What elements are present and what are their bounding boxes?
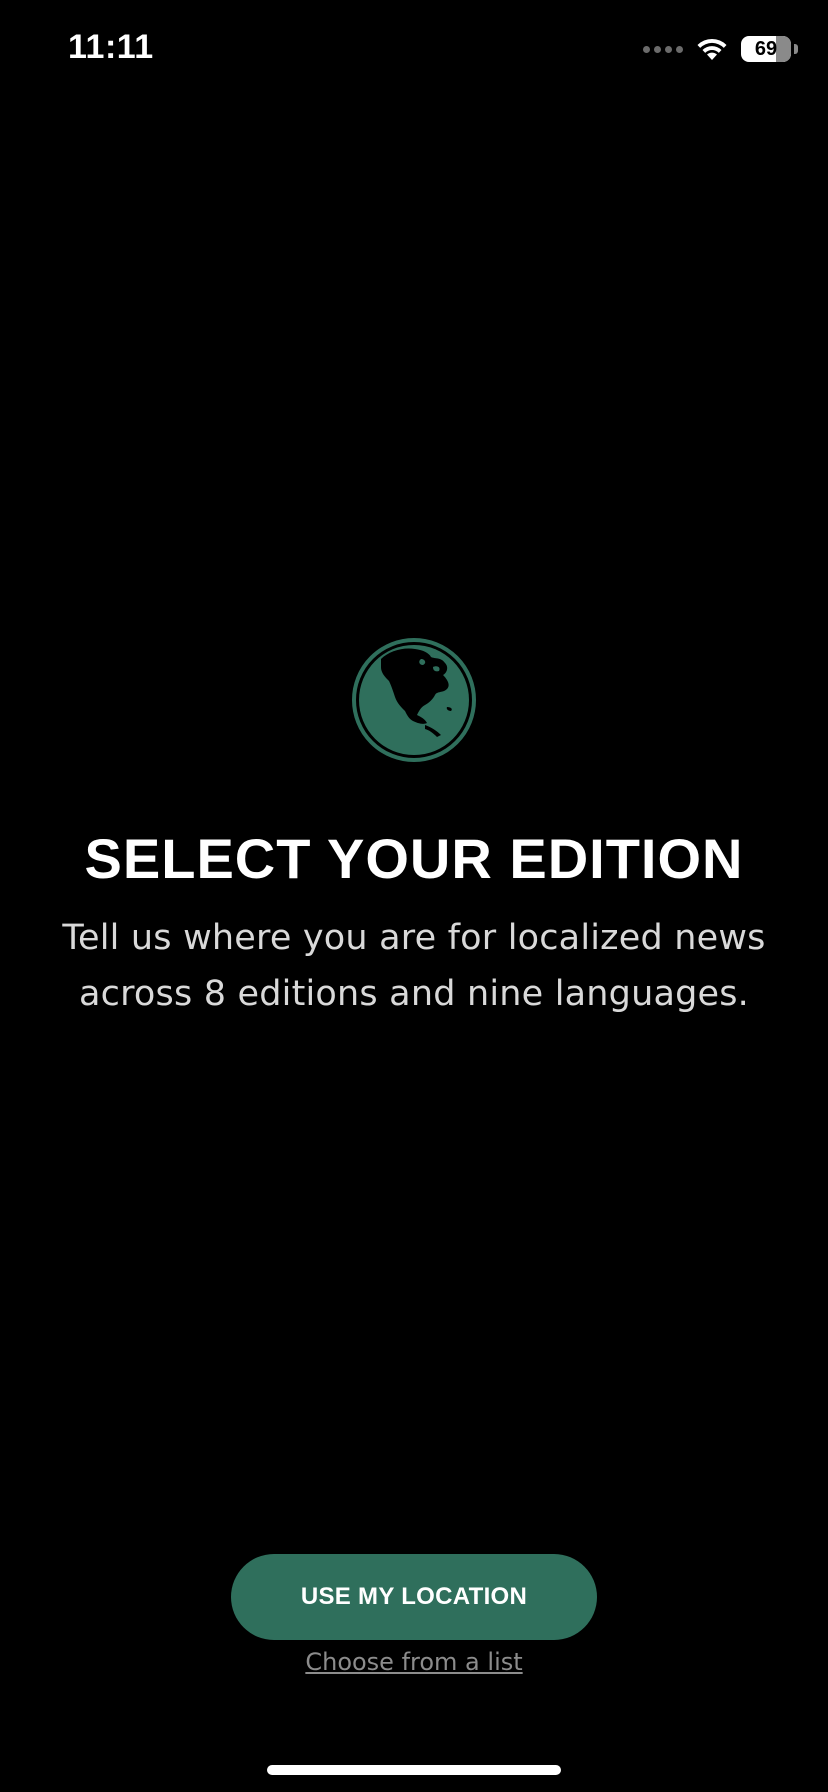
page-subtitle: Tell us where you are for localized news… <box>62 918 766 1014</box>
status-icons: 69 <box>643 34 798 64</box>
globe-icon <box>352 638 476 762</box>
battery-icon: 69 <box>741 36 791 62</box>
wifi-icon <box>697 38 727 60</box>
page-title: SELECT YOUR EDITION <box>84 827 744 890</box>
choose-from-list-link[interactable]: Choose from a list <box>0 1648 828 1676</box>
home-indicator[interactable] <box>267 1765 561 1775</box>
use-my-location-button[interactable]: USE MY LOCATION <box>231 1554 597 1640</box>
status-bar: 11:11 69 <box>0 0 828 100</box>
battery-tip <box>794 44 798 54</box>
cellular-signal-icon <box>643 45 683 53</box>
battery-level: 69 <box>754 37 778 60</box>
status-time: 11:11 <box>68 28 154 66</box>
battery-empty-portion <box>775 36 791 62</box>
